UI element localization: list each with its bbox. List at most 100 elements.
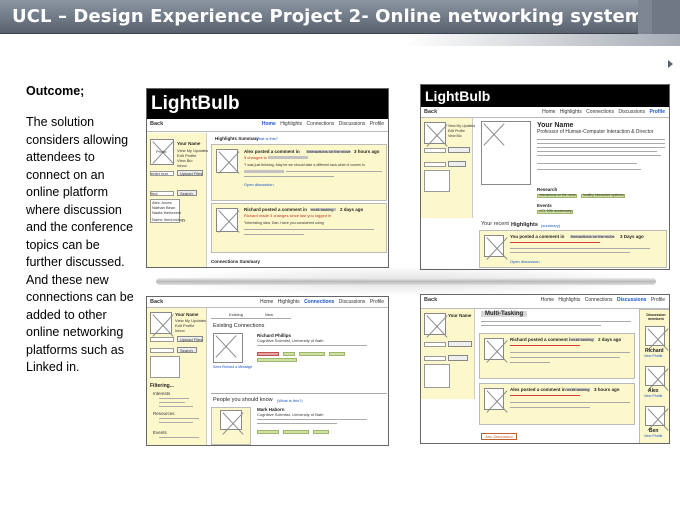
bio-line xyxy=(537,151,657,152)
send-message-link[interactable]: Send Richard a Message xyxy=(213,365,252,370)
nav-connections[interactable]: Connections xyxy=(307,121,335,127)
nav-home[interactable]: Home xyxy=(541,297,554,303)
search-button[interactable] xyxy=(448,161,466,167)
back-link[interactable]: Back xyxy=(424,297,437,303)
upload-files-button[interactable] xyxy=(448,341,472,347)
profile-name: Your Name xyxy=(537,122,574,129)
people-list[interactable] xyxy=(150,356,180,378)
contact2-tag[interactable] xyxy=(283,430,309,434)
nav-connections[interactable]: Connections xyxy=(585,297,613,303)
filter-interests[interactable]: Interests xyxy=(153,391,170,396)
search-button[interactable] xyxy=(448,355,468,361)
top-nav: Back Home Highlights Connections Discuss… xyxy=(421,295,669,309)
people-list[interactable] xyxy=(424,364,450,388)
find-input[interactable] xyxy=(424,356,446,361)
title-accent xyxy=(638,0,652,34)
bio-line xyxy=(537,147,665,148)
join-discussion-button[interactable]: Join Discussion xyxy=(481,433,517,440)
topic-desc-line xyxy=(481,321,631,322)
recent-post-changes xyxy=(510,242,600,243)
open-discussion-link[interactable]: Open discussion xyxy=(510,259,540,264)
contact1-tag[interactable] xyxy=(257,358,297,362)
upload-files-button[interactable] xyxy=(448,147,470,153)
people-list-item[interactable]: Nadia Ihehexem xyxy=(152,210,181,215)
contact2-line xyxy=(257,419,367,420)
view-profile-link[interactable]: View Profile xyxy=(644,434,662,439)
sidebar-link[interactable]: View Bio xyxy=(448,134,462,139)
recent-post-tag[interactable]: Interactions on the move xyxy=(571,234,615,239)
post1-open-discussion[interactable]: Open discussion xyxy=(244,182,274,187)
contact1-tag[interactable] xyxy=(329,352,345,356)
bio-line xyxy=(537,163,637,164)
contact1-line xyxy=(257,345,367,346)
post1-time: 2 days ago xyxy=(598,337,622,342)
post1-line xyxy=(510,357,620,358)
recent-summary-link[interactable]: (summary) xyxy=(541,223,560,228)
post2-quote: "Interesting idea, Dan. Have you conside… xyxy=(244,221,324,225)
filter-line xyxy=(159,402,185,403)
tab-new[interactable]: New xyxy=(265,312,273,317)
what-is-this-link[interactable]: (What is this?) xyxy=(277,398,303,403)
nav-profile[interactable]: Profile xyxy=(370,121,384,127)
nav-profile[interactable]: Profile xyxy=(370,299,384,305)
nav-discussions[interactable]: Discussions xyxy=(339,299,366,305)
people-list-item[interactable]: Name Ihechnology xyxy=(152,217,185,222)
nav-profile[interactable]: Profile xyxy=(649,109,665,115)
discussion-members-panel: Discussion members Richard View Profile … xyxy=(639,309,669,443)
sidebar-link[interactable]: Inbox xyxy=(177,163,187,168)
filter-events[interactable]: Events xyxy=(153,430,167,435)
contact2-tag[interactable] xyxy=(313,430,329,434)
find-input[interactable] xyxy=(150,348,174,353)
contact1-tag[interactable] xyxy=(283,352,295,356)
nav-discussions[interactable]: Discussions xyxy=(339,121,366,127)
tab-underline xyxy=(211,318,291,319)
post1-sub-tag xyxy=(268,156,308,159)
mockup-profile-screen: LightBulb Back Home Highlights Connectio… xyxy=(420,84,670,270)
post1-tag[interactable]: multi-tasking xyxy=(571,337,593,342)
contact1-tag[interactable] xyxy=(299,352,325,356)
post1-quote: "I was just thinking, May be we should t… xyxy=(244,163,365,167)
lightbulb-logo: LightBulb xyxy=(425,88,491,104)
people-list[interactable] xyxy=(424,170,450,192)
nav-highlights[interactable]: Highlights xyxy=(280,121,302,127)
nav-connections[interactable]: Connections xyxy=(586,109,614,115)
contact2-role: Cognitive Scientist, University of Bath xyxy=(257,412,324,417)
nav-highlights[interactable]: Highlights xyxy=(560,109,582,115)
nav-highlights[interactable]: Highlights xyxy=(278,299,300,305)
view-profile-link[interactable]: View Profile xyxy=(644,354,662,359)
contact1-tag[interactable] xyxy=(257,352,279,356)
post1-quote-tag xyxy=(244,170,284,173)
back-link[interactable]: Back xyxy=(150,121,163,127)
back-link[interactable]: Back xyxy=(150,299,163,305)
find-input[interactable] xyxy=(424,162,446,167)
nav-connections[interactable]: Connections xyxy=(304,299,334,305)
find-input-placeholder: find xyxy=(151,191,158,196)
post1-tag[interactable]: Interactions on the move xyxy=(307,149,351,154)
research-heading: Research xyxy=(537,187,558,192)
post2-line xyxy=(510,402,630,403)
sidebar-link[interactable]: Inbox xyxy=(175,328,185,333)
status-input[interactable] xyxy=(424,342,446,347)
member-photo xyxy=(645,406,665,426)
what-is-this-link[interactable]: What is this? xyxy=(255,136,278,141)
nav-discussions[interactable]: Discussions xyxy=(617,297,646,303)
status-input[interactable] xyxy=(424,148,446,153)
nav-home[interactable]: Home xyxy=(542,109,555,115)
post2-line xyxy=(510,407,590,408)
filtering-heading: Filtering... xyxy=(150,383,174,389)
filter-resources[interactable]: Resources xyxy=(153,411,175,416)
nav-home[interactable]: Home xyxy=(260,299,273,305)
photo-label: Photo xyxy=(156,149,167,154)
back-link[interactable]: Back xyxy=(424,109,437,115)
status-input[interactable] xyxy=(150,337,174,342)
contact2-tag[interactable] xyxy=(257,430,279,434)
view-profile-link[interactable]: View Profile xyxy=(644,394,662,399)
post2-tag[interactable]: multi-tasking xyxy=(567,387,589,392)
alex-photo xyxy=(216,149,238,173)
nav-highlights[interactable]: Highlights xyxy=(558,297,580,303)
post2-tag[interactable]: multi-tasking xyxy=(311,207,333,212)
nav-home[interactable]: Home xyxy=(262,121,276,127)
nav-profile[interactable]: Profile xyxy=(651,297,665,303)
tab-existing[interactable]: Existing xyxy=(229,312,243,317)
nav-discussions[interactable]: Discussions xyxy=(618,109,645,115)
